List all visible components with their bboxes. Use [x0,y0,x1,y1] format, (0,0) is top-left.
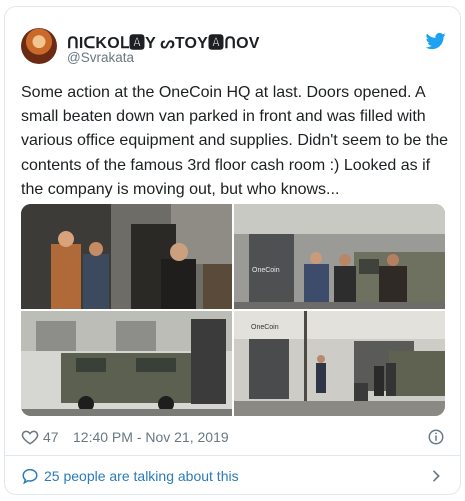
twitter-bird-icon[interactable] [426,31,446,51]
onecoin-sign: OneCoin [252,267,280,274]
timestamp[interactable]: 12:40 PM - Nov 21, 2019 [73,429,229,445]
onecoin-sign-2: OneCoin [251,324,279,331]
info-icon[interactable] [427,428,445,446]
speech-bubble-icon [22,468,38,485]
tweet-card: ᑎIᑕKOᒪ🅰Y ᔕTOY🅰ᑎOV @Svrakata Some action … [4,6,461,495]
tweet-text: Some action at the OneCoin HQ at last. D… [21,84,449,198]
photo-4[interactable]: OneCoin [234,311,445,416]
heart-icon[interactable] [21,428,39,446]
photo-3[interactable] [21,311,232,416]
like-count[interactable]: 47 [43,429,59,445]
talking-link[interactable]: 25 people are talking about this [44,468,239,484]
tweet-header: ᑎIᑕKOᒪ🅰Y ᔕTOY🅰ᑎOV @Svrakata [5,7,460,79]
photo-grid: OneCoin OneCoin [21,204,445,416]
conversation-footer[interactable]: 25 people are talking about this [5,456,460,494]
photo-2[interactable]: OneCoin [234,204,445,309]
chevron-right-icon[interactable] [428,468,444,484]
tweet-meta: 47 12:40 PM - Nov 21, 2019 [21,427,445,447]
avatar[interactable] [21,28,57,64]
photo-1[interactable] [21,204,232,309]
user-handle[interactable]: @Svrakata [67,50,134,65]
